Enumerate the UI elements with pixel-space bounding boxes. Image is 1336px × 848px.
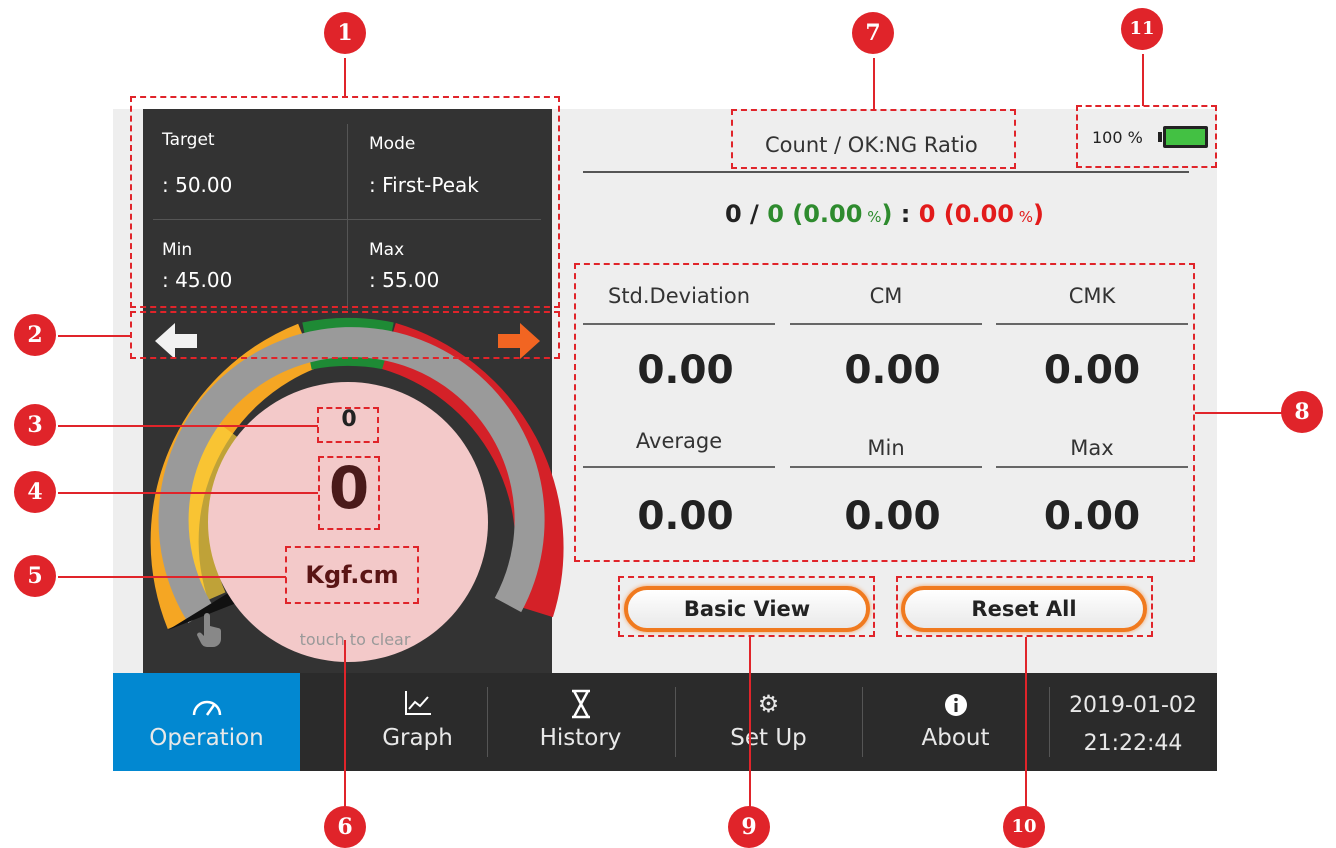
tab-about[interactable]: About [862, 673, 1049, 771]
tab-setup[interactable]: ⚙ Set Up [675, 673, 862, 771]
callout-box-3 [317, 407, 379, 443]
callout-box-4 [318, 456, 380, 530]
callout-10: 10 [1003, 806, 1045, 848]
touch-to-clear-hint: touch to clear [299, 630, 411, 649]
callout-9: 9 [728, 806, 770, 848]
tab-operation-label: Operation [149, 725, 264, 751]
touch-hand-icon [196, 612, 224, 652]
ok-close: ) [881, 200, 893, 228]
gauge-icon [113, 689, 300, 719]
tab-graph-label: Graph [382, 725, 453, 751]
leader-line [1142, 54, 1144, 106]
callout-2: 2 [14, 314, 56, 356]
ok-percent-sign: % [862, 208, 882, 226]
callout-11: 11 [1121, 8, 1163, 50]
callout-5: 5 [14, 555, 56, 597]
total-count: 0 [725, 200, 742, 228]
chart-line-icon [325, 689, 510, 719]
callout-3: 3 [14, 404, 56, 446]
leader-line [1025, 637, 1027, 809]
callout-7: 7 [852, 12, 894, 54]
callout-box-5 [285, 546, 419, 604]
callout-box-11 [1076, 105, 1217, 168]
header-divider [583, 171, 1189, 173]
tab-operation[interactable]: Operation [113, 673, 300, 771]
ng-count: 0 [918, 200, 936, 228]
callout-box-1 [130, 96, 560, 308]
leader-line [344, 58, 346, 98]
callout-box-10 [896, 576, 1153, 637]
leader-line [58, 335, 130, 337]
leader-line [344, 640, 346, 810]
callout-6: 6 [324, 806, 366, 848]
info-icon [862, 689, 1049, 719]
ng-close: ) [1033, 200, 1044, 228]
leader-line [749, 637, 751, 809]
callout-box-7 [731, 109, 1016, 169]
callout-1: 1 [324, 12, 366, 54]
count-ratio-summary: 0 / 0 (0.00 %) : 0 (0.00 %) [725, 200, 1044, 228]
bottom-navigation: Operation Graph History ⚙ Set Up About 2… [113, 673, 1217, 771]
callout-box-2 [130, 311, 560, 359]
ok-percent: (0.00 [783, 200, 863, 228]
date-display: 2019-01-02 [1069, 693, 1197, 718]
tab-history-label: History [539, 725, 622, 751]
leader-line [58, 492, 318, 494]
callout-8: 8 [1281, 391, 1323, 433]
tab-graph[interactable]: Graph [325, 673, 510, 771]
tab-about-label: About [921, 725, 990, 751]
ng-percent-sign: % [1014, 208, 1034, 226]
callout-box-8 [574, 263, 1195, 562]
time-display: 21:22:44 [1083, 731, 1183, 756]
callout-box-9 [618, 576, 875, 637]
leader-line [58, 425, 318, 427]
tab-history[interactable]: History [487, 673, 674, 771]
leader-line [1195, 412, 1285, 414]
ng-percent: (0.00 [935, 200, 1014, 228]
hourglass-icon [487, 689, 674, 719]
leader-line [58, 576, 286, 578]
tab-setup-label: Set Up [730, 725, 807, 751]
ok-count: 0 [767, 200, 784, 228]
slash: / [741, 200, 768, 228]
leader-line [873, 58, 875, 110]
ratio-colon: : [892, 200, 919, 228]
gears-icon: ⚙ [757, 690, 780, 718]
callout-4: 4 [14, 471, 56, 513]
